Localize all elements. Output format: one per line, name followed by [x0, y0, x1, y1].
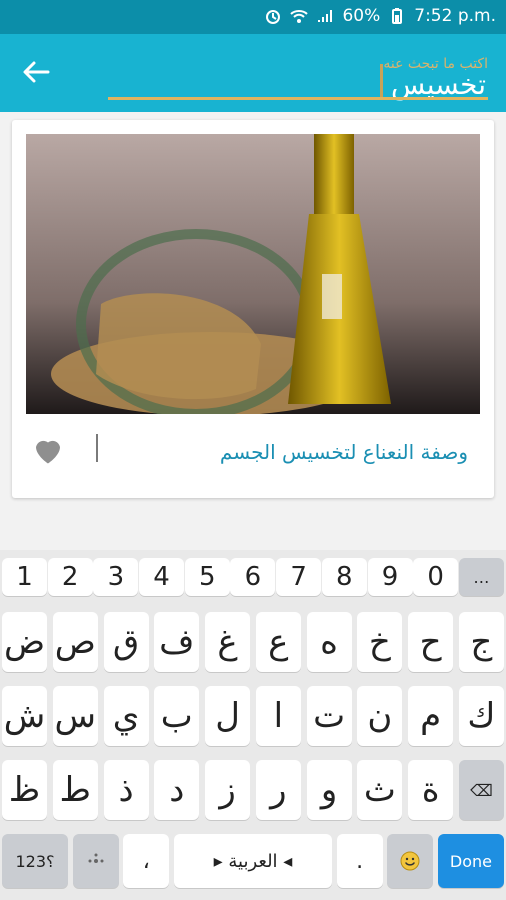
- key-dal[interactable]: د: [154, 760, 200, 820]
- signal-icon: [316, 8, 334, 24]
- keyboard-row-bottom: 123؟ ، ◂ العربية ▸ . Done: [2, 834, 504, 888]
- key-6[interactable]: 6: [230, 558, 276, 596]
- symbols-key[interactable]: 123؟: [2, 834, 68, 888]
- key-jeem[interactable]: ج: [458, 612, 504, 672]
- key-0[interactable]: 0: [413, 558, 459, 596]
- search-field[interactable]: اكتب ما تبحث عنه: [108, 50, 488, 102]
- heart-icon[interactable]: [30, 432, 66, 468]
- key-ra[interactable]: ر: [255, 760, 301, 820]
- key-8[interactable]: 8: [321, 558, 367, 596]
- keyboard-row-letters-2: ش س ي ب ل ا ت ن م ك: [2, 686, 504, 746]
- key-dad[interactable]: ض: [2, 612, 47, 672]
- recipe-title[interactable]: وصفة النعناع لتخسيس الجسم: [220, 440, 468, 464]
- key-kaf[interactable]: ك: [458, 686, 504, 746]
- key-seen[interactable]: س: [52, 686, 98, 746]
- on-screen-keyboard: 1 2 3 4 5 6 7 8 9 0 … ض ص ق ف غ ع ه خ ح …: [0, 550, 506, 900]
- key-9[interactable]: 9: [367, 558, 413, 596]
- key-7[interactable]: 7: [276, 558, 322, 596]
- key-3[interactable]: 3: [93, 558, 139, 596]
- keyboard-row-letters-3: ظ ط ذ د ز ر و ث ة ⌫: [2, 760, 504, 820]
- key-meem[interactable]: م: [408, 686, 454, 746]
- key-lam[interactable]: ل: [205, 686, 251, 746]
- status-icons: 60% 7:52 p.m.: [264, 6, 496, 26]
- more-keys[interactable]: …: [458, 558, 504, 596]
- key-2[interactable]: 2: [47, 558, 93, 596]
- keyboard-row-numbers: 1 2 3 4 5 6 7 8 9 0 …: [2, 558, 504, 596]
- key-tha[interactable]: ث: [357, 760, 403, 820]
- alarm-icon: [264, 8, 282, 24]
- done-button[interactable]: Done: [437, 834, 504, 888]
- space-key[interactable]: ◂ العربية ▸: [173, 834, 332, 888]
- key-4[interactable]: 4: [139, 558, 185, 596]
- key-ta[interactable]: ت: [306, 686, 352, 746]
- key-ha[interactable]: ه: [306, 612, 352, 672]
- key-5[interactable]: 5: [184, 558, 230, 596]
- key-ya[interactable]: ي: [103, 686, 149, 746]
- key-sad[interactable]: ص: [52, 612, 98, 672]
- settings-icon[interactable]: [72, 834, 119, 888]
- keyboard-row-letters-1: ض ص ق ف غ ع ه خ ح ج: [2, 612, 504, 672]
- wifi-icon: [290, 8, 309, 24]
- dot-key[interactable]: .: [336, 834, 383, 888]
- key-zain[interactable]: ز: [205, 760, 251, 820]
- key-ta-marbuta[interactable]: ة: [408, 760, 454, 820]
- key-fa[interactable]: ف: [154, 612, 200, 672]
- emoji-icon[interactable]: [387, 834, 434, 888]
- key-ba[interactable]: ب: [154, 686, 200, 746]
- key-sheen[interactable]: ش: [2, 686, 47, 746]
- status-time: 7:52 p.m.: [414, 6, 496, 26]
- key-ghain[interactable]: غ: [205, 612, 251, 672]
- comma-key[interactable]: ،: [123, 834, 170, 888]
- recipe-card[interactable]: وصفة النعناع لتخسيس الجسم: [12, 120, 494, 498]
- recipe-image[interactable]: [26, 134, 480, 419]
- key-haa[interactable]: ح: [408, 612, 454, 672]
- key-kha[interactable]: خ: [357, 612, 403, 672]
- key-alif[interactable]: ا: [255, 686, 301, 746]
- key-noon[interactable]: ن: [357, 686, 403, 746]
- key-1[interactable]: 1: [2, 558, 47, 596]
- key-thal[interactable]: ذ: [103, 760, 149, 820]
- key-qaf[interactable]: ق: [103, 612, 149, 672]
- key-dha[interactable]: ظ: [2, 760, 47, 820]
- text-cursor: [380, 64, 383, 98]
- battery-icon: [388, 8, 406, 24]
- app-bar: اكتب ما تبحث عنه: [0, 34, 506, 112]
- key-waw[interactable]: و: [306, 760, 352, 820]
- backspace-key[interactable]: ⌫: [458, 760, 504, 820]
- footer-divider: [96, 434, 98, 462]
- key-taa[interactable]: ط: [52, 760, 98, 820]
- status-bar: 60% 7:52 p.m.: [0, 0, 506, 34]
- search-underline: [108, 97, 488, 100]
- card-footer: وصفة النعناع لتخسيس الجسم: [12, 424, 494, 488]
- results-list: وصفة النعناع لتخسيس الجسم: [0, 112, 506, 550]
- battery-percent: 60%: [342, 6, 381, 26]
- key-ain[interactable]: ع: [255, 612, 301, 672]
- back-arrow-icon[interactable]: [20, 56, 52, 88]
